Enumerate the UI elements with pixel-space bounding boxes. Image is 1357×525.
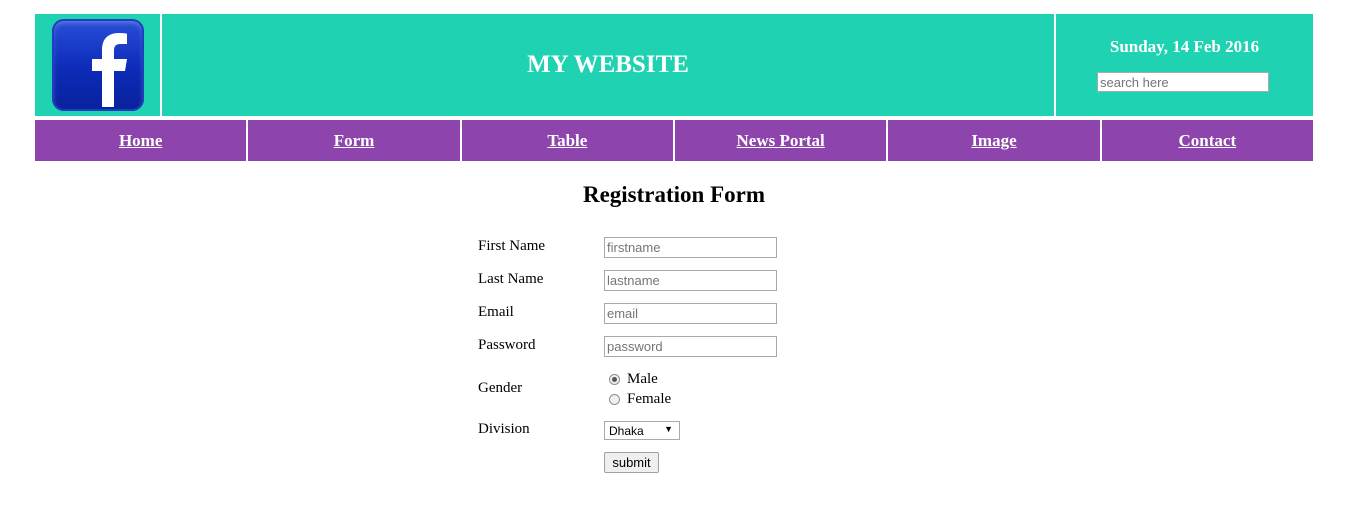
female-radio[interactable]	[609, 394, 620, 405]
gender-option-male[interactable]: Male	[609, 371, 658, 388]
title-cell: MY WEBSITE	[162, 14, 1056, 116]
site-title: MY WEBSITE	[527, 51, 689, 78]
first-name-input[interactable]	[604, 237, 777, 258]
nav-item-form[interactable]: Form	[248, 120, 462, 161]
email-label: Email	[478, 304, 514, 320]
last-name-input[interactable]	[604, 270, 777, 291]
first-name-label: First Name	[478, 238, 546, 254]
division-selected-value: Dhaka	[609, 423, 644, 438]
main-nav: Home Form Table News Portal Image Contac…	[35, 120, 1313, 161]
nav-item-news-portal[interactable]: News Portal	[674, 120, 889, 161]
male-radio[interactable]	[609, 374, 620, 385]
header-right: Sunday, 14 Feb 2016	[1056, 14, 1313, 116]
submit-button[interactable]: submit	[604, 452, 659, 473]
gender-option-female[interactable]: Female	[609, 391, 671, 408]
email-input[interactable]	[604, 303, 777, 324]
password-label: Password	[478, 337, 536, 353]
logo-cell	[35, 14, 162, 116]
site-header: MY WEBSITE Sunday, 14 Feb 2016	[35, 14, 1313, 116]
female-label: Female	[627, 391, 672, 407]
division-label: Division	[478, 421, 530, 437]
form-title: Registration Form	[582, 182, 766, 207]
date-text: Sunday, 14 Feb 2016	[1109, 37, 1260, 56]
division-select[interactable]: Dhaka ▼	[604, 421, 680, 440]
nav-item-contact[interactable]: Contact	[1101, 120, 1313, 161]
password-input[interactable]	[604, 336, 777, 357]
dropdown-arrow-icon: ▼	[664, 424, 673, 434]
facebook-logo-icon[interactable]	[51, 19, 144, 111]
nav-item-home[interactable]: Home	[35, 120, 249, 161]
nav-item-image[interactable]: Image	[888, 120, 1102, 161]
last-name-label: Last Name	[478, 271, 544, 287]
gender-label: Gender	[478, 380, 523, 396]
nav-item-table[interactable]: Table	[461, 120, 675, 161]
male-label: Male	[627, 371, 658, 387]
search-input[interactable]	[1097, 72, 1269, 92]
